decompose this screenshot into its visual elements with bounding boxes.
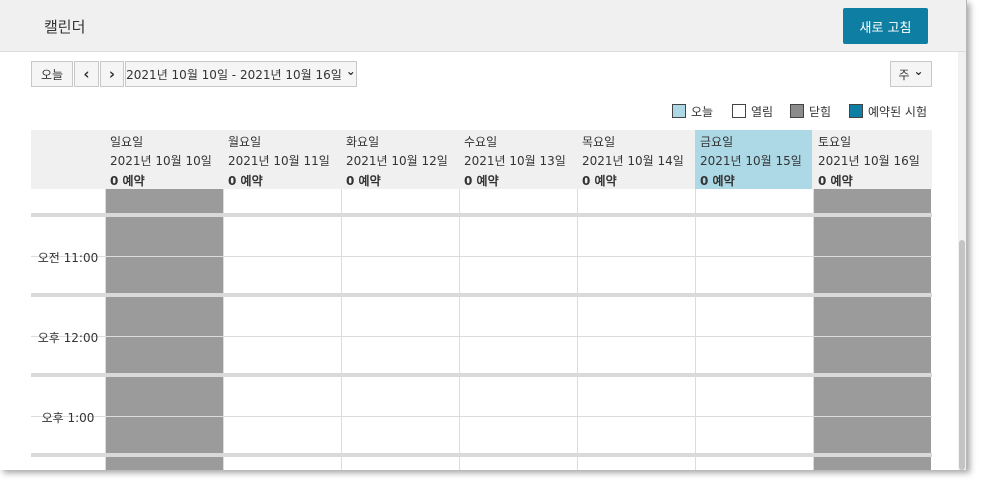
column-divider: [695, 189, 696, 470]
week-calendar-grid: 일요일 2021년 10월 10일 0 예약 월요일 2021년 10월 11일…: [31, 130, 932, 470]
page-title: 캘린더: [44, 18, 86, 36]
chevron-left-icon: ‹: [83, 65, 90, 83]
legend-swatch-closed: [790, 104, 804, 118]
legend-open: 열림: [732, 103, 773, 119]
day-reservation-count: 0 예약: [228, 174, 263, 188]
column-divider: [105, 189, 106, 470]
day-reservation-count: 0 예약: [464, 174, 499, 188]
day-header-monday[interactable]: 월요일 2021년 10월 11일 0 예약: [223, 130, 340, 189]
hour-divider: [31, 373, 932, 377]
legend-swatch-open: [732, 104, 746, 118]
day-header-sunday[interactable]: 일요일 2021년 10월 10일 0 예약: [105, 130, 222, 189]
day-date: 2021년 10월 16일: [818, 154, 920, 168]
half-hour-line: [31, 256, 932, 257]
view-select-dropdown[interactable]: 주 ⌄: [890, 61, 932, 87]
day-header-tuesday[interactable]: 화요일 2021년 10월 12일 0 예약: [341, 130, 458, 189]
legend-swatch-reserved: [849, 104, 863, 118]
day-reservation-count: 0 예약: [818, 174, 853, 188]
closed-day-column-saturday: [814, 189, 931, 470]
day-weekday: 일요일: [110, 135, 144, 149]
refresh-button[interactable]: 새로 고침: [843, 8, 928, 44]
hour-divider: [31, 213, 932, 217]
chevron-down-icon: ⌄: [345, 64, 356, 78]
legend-reserved: 예약된 시험: [849, 103, 927, 119]
legend-label: 닫힘: [809, 104, 832, 119]
day-date: 2021년 10월 13일: [464, 154, 566, 168]
today-button[interactable]: 오늘: [31, 61, 73, 87]
day-header-thursday[interactable]: 목요일 2021년 10월 14일 0 예약: [577, 130, 694, 189]
day-reservation-count: 0 예약: [582, 174, 617, 188]
hour-divider: [31, 293, 932, 297]
column-divider: [341, 189, 342, 470]
day-date: 2021년 10월 15일: [700, 154, 802, 168]
day-reservation-count: 0 예약: [700, 174, 735, 188]
column-divider: [223, 189, 224, 470]
day-header-row: 일요일 2021년 10월 10일 0 예약 월요일 2021년 10월 11일…: [31, 130, 932, 189]
legend-swatch-today: [672, 104, 686, 118]
today-button-label: 오늘: [40, 67, 64, 82]
column-divider: [577, 189, 578, 470]
legend-today: 오늘: [672, 103, 713, 119]
half-hour-line: [31, 336, 932, 337]
time-label-1pm: 오후 1:00: [41, 411, 95, 425]
date-range-label: 2021년 10월 10일 - 2021년 10월 16일: [126, 67, 342, 82]
day-date: 2021년 10월 12일: [346, 154, 448, 168]
day-weekday: 토요일: [818, 135, 852, 149]
time-label-11am: 오전 11:00: [37, 251, 99, 265]
time-label-12pm: 오후 12:00: [37, 331, 99, 345]
day-header-friday-today[interactable]: 금요일 2021년 10월 15일 0 예약: [695, 130, 812, 189]
prev-week-button[interactable]: ‹: [74, 61, 99, 87]
closed-day-column-sunday: [106, 189, 223, 470]
day-date: 2021년 10월 11일: [228, 154, 330, 168]
day-weekday: 목요일: [582, 135, 616, 149]
day-weekday: 금요일: [700, 135, 734, 149]
half-hour-line: [31, 416, 932, 417]
chevron-right-icon: ›: [108, 65, 116, 83]
column-divider: [459, 189, 460, 470]
day-header-saturday[interactable]: 토요일 2021년 10월 16일 0 예약: [813, 130, 930, 189]
day-date: 2021년 10월 10일: [110, 154, 212, 168]
calendar-window: 캘린더 새로 고침 오늘 ‹ › 2021년 10월 10일 - 2021년 1…: [0, 0, 967, 470]
day-weekday: 수요일: [464, 135, 498, 149]
day-header-wednesday[interactable]: 수요일 2021년 10월 13일 0 예약: [459, 130, 576, 189]
day-date: 2021년 10월 14일: [582, 154, 684, 168]
date-range-dropdown[interactable]: 2021년 10월 10일 - 2021년 10월 16일 ⌄: [125, 61, 357, 87]
view-select-label: 주: [898, 67, 910, 82]
day-weekday: 화요일: [346, 135, 380, 149]
legend-closed: 닫힘: [790, 103, 831, 119]
page-header: 캘린더 새로 고침: [0, 0, 966, 52]
legend-label: 열림: [751, 104, 774, 119]
legend-label: 오늘: [691, 104, 714, 119]
day-reservation-count: 0 예약: [110, 174, 145, 188]
hour-divider: [31, 453, 932, 457]
chevron-down-icon: ⌄: [913, 64, 924, 78]
next-week-button[interactable]: ›: [100, 61, 124, 87]
day-reservation-count: 0 예약: [346, 174, 381, 188]
scrollbar-thumb[interactable]: [959, 240, 965, 470]
day-weekday: 월요일: [228, 135, 262, 149]
column-divider: [813, 189, 814, 470]
legend-label: 예약된 시험: [868, 104, 928, 119]
